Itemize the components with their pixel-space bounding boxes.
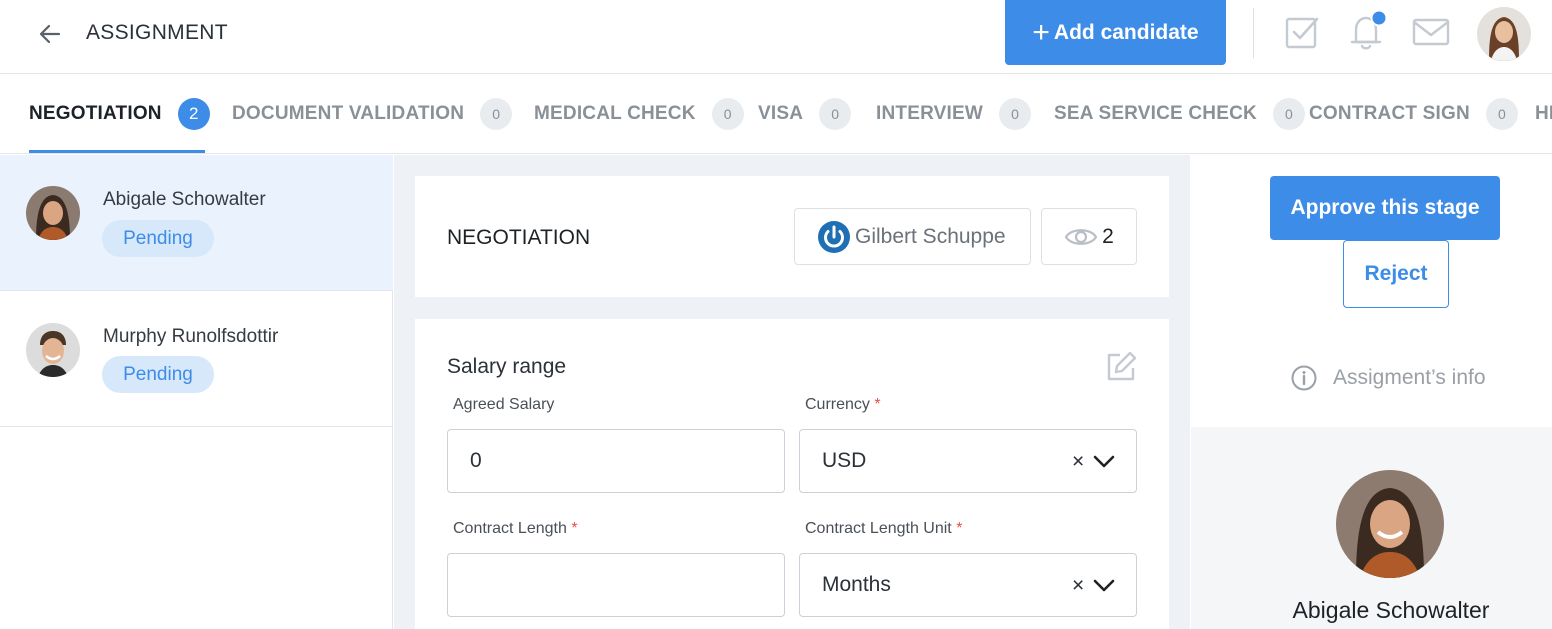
bell-notification-icon[interactable] <box>1348 10 1388 52</box>
views-button[interactable]: 2 <box>1041 208 1137 265</box>
top-header: ASSIGNMENT + Add candidate <box>0 0 1552 74</box>
salary-range-title: Salary range <box>447 355 567 378</box>
user-avatar[interactable] <box>1477 7 1531 61</box>
chevron-down-icon[interactable] <box>1092 452 1116 472</box>
tab-count-badge: 2 <box>177 98 210 130</box>
tab-sea-service-check[interactable]: SEA SERVICE CHECK 0 <box>1054 74 1305 153</box>
select-value: Months <box>822 573 891 596</box>
input-value: 0 <box>470 449 482 472</box>
eye-icon <box>1064 228 1098 245</box>
agreed-salary-label: Agreed Salary <box>453 396 554 414</box>
reject-button[interactable]: Reject <box>1343 240 1449 308</box>
contract-length-unit-label: Contract Length Unit * <box>805 520 962 538</box>
currency-select[interactable]: USD × <box>799 429 1137 493</box>
tab-label: INTERVIEW <box>876 103 984 124</box>
tab-label: NEGOTIATION <box>29 103 162 124</box>
mail-icon[interactable] <box>1412 14 1450 50</box>
candidate-avatar <box>26 186 80 240</box>
candidate-profile-panel: Abigale Schowalter <box>1191 427 1552 629</box>
currency-label: Currency * <box>805 396 881 414</box>
tab-count-badge: 0 <box>999 98 1032 130</box>
approve-stage-button[interactable]: Approve this stage <box>1270 176 1500 240</box>
page-title: ASSIGNMENT <box>86 21 228 44</box>
tab-count-badge: 0 <box>711 98 744 130</box>
tab-truncated[interactable]: HI <box>1535 74 1552 153</box>
tab-count-badge: 0 <box>1272 98 1305 130</box>
status-badge: Pending <box>102 220 214 257</box>
clear-icon[interactable]: × <box>1072 450 1084 474</box>
back-arrow-icon[interactable] <box>36 20 64 48</box>
views-count: 2 <box>1102 224 1114 248</box>
profile-name: Abigale Schowalter <box>1292 597 1490 623</box>
required-mark: * <box>571 520 578 537</box>
agreed-salary-input[interactable]: 0 <box>447 429 785 493</box>
add-candidate-label: Add candidate <box>1053 20 1199 44</box>
actions-panel: Approve this stage Reject Assigment’s in… <box>1191 155 1552 629</box>
power-icon <box>818 220 850 253</box>
contract-length-unit-select[interactable]: Months × <box>799 553 1137 617</box>
candidate-list-item[interactable]: Murphy Runolfsdottir Pending <box>0 291 393 427</box>
candidate-list-item[interactable]: Abigale Schowalter Pending <box>0 155 393 291</box>
required-mark: * <box>956 520 963 537</box>
required-mark: * <box>874 396 881 413</box>
task-check-icon[interactable] <box>1284 14 1320 50</box>
salary-range-card: Salary range Agreed Salary 0 Currency * … <box>415 319 1169 629</box>
select-value: USD <box>822 449 867 472</box>
add-candidate-button[interactable]: + Add candidate <box>1005 0 1226 65</box>
tab-visa[interactable]: VISA 0 <box>758 74 852 153</box>
label-text: Currency <box>805 396 870 413</box>
contract-length-input[interactable] <box>447 553 785 617</box>
tab-label: SEA SERVICE CHECK <box>1054 103 1257 124</box>
stage-tabs: NEGOTIATION 2 DOCUMENT VALIDATION 0 MEDI… <box>0 74 1552 154</box>
stage-header-card: NEGOTIATION Gilbert Schuppe 2 <box>415 176 1169 297</box>
candidate-avatar <box>26 323 80 377</box>
assignee-button[interactable]: Gilbert Schuppe <box>794 208 1031 265</box>
status-badge: Pending <box>102 356 214 393</box>
tab-document-validation[interactable]: DOCUMENT VALIDATION 0 <box>232 74 513 153</box>
stage-details-panel: NEGOTIATION Gilbert Schuppe 2 Salary ran… <box>394 155 1190 629</box>
tab-contract-sign[interactable]: CONTRACT SIGN 0 <box>1309 74 1518 153</box>
tab-medical-check[interactable]: MEDICAL CHECK 0 <box>534 74 744 153</box>
label-text: Contract Length Unit <box>805 520 952 537</box>
assignment-info-link[interactable]: Assigment’s info <box>1291 365 1486 391</box>
contract-length-label: Contract Length * <box>453 520 578 538</box>
assignee-name: Gilbert Schuppe <box>855 224 1006 248</box>
clear-icon[interactable]: × <box>1072 574 1084 598</box>
label-text: Agreed Salary <box>453 396 555 413</box>
candidate-name: Abigale Schowalter <box>103 189 266 210</box>
assignment-info-label: Assigment’s info <box>1333 366 1486 389</box>
tab-label: VISA <box>758 103 804 124</box>
tab-label: CONTRACT SIGN <box>1309 103 1470 124</box>
tab-label: HI <box>1535 103 1552 124</box>
chevron-down-icon[interactable] <box>1092 576 1116 596</box>
candidate-list: Abigale Schowalter Pending Murphy Runolf… <box>0 155 393 629</box>
tab-negotiation[interactable]: NEGOTIATION 2 <box>29 74 210 153</box>
info-icon <box>1291 365 1317 391</box>
plus-icon: + <box>1032 15 1050 49</box>
active-tab-indicator <box>29 150 205 153</box>
tab-count-badge: 0 <box>480 98 513 130</box>
tab-count-badge: 0 <box>1485 98 1518 130</box>
edit-icon[interactable] <box>1104 350 1138 384</box>
tab-label: MEDICAL CHECK <box>534 103 696 124</box>
tab-count-badge: 0 <box>819 98 852 130</box>
label-text: Contract Length <box>453 520 567 537</box>
stage-title: NEGOTIATION <box>447 226 591 249</box>
candidate-name: Murphy Runolfsdottir <box>103 326 279 347</box>
header-divider <box>1253 8 1254 58</box>
notification-dot <box>1370 10 1388 27</box>
tab-label: DOCUMENT VALIDATION <box>232 103 465 124</box>
tab-interview[interactable]: INTERVIEW 0 <box>876 74 1032 153</box>
profile-avatar <box>1336 470 1444 578</box>
